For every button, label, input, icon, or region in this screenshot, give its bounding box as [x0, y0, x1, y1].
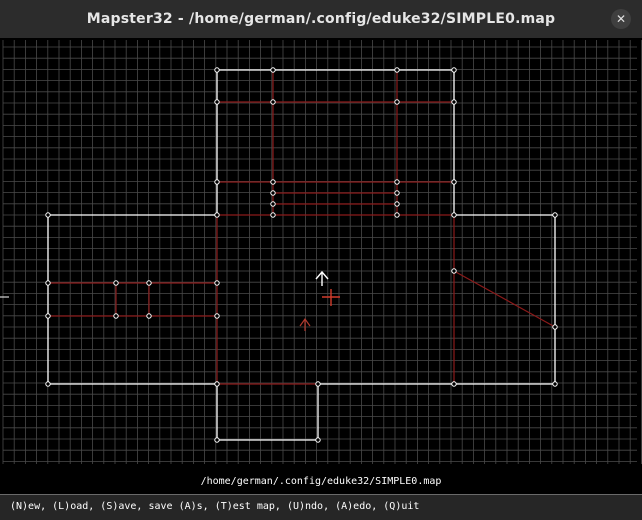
vertex[interactable] — [214, 67, 220, 73]
arrow-up-icon[interactable] — [315, 270, 329, 286]
command-bar: (N)ew, (L)oad, (S)ave, save (A)s, (T)est… — [0, 494, 642, 520]
vertex[interactable] — [394, 99, 400, 105]
vertex[interactable] — [270, 99, 276, 105]
close-icon: ✕ — [615, 12, 627, 26]
vertex[interactable] — [552, 324, 558, 330]
vertex[interactable] — [394, 201, 400, 207]
vertex[interactable] — [394, 179, 400, 185]
vertex[interactable] — [552, 381, 558, 387]
command-menu-line: (N)ew, (L)oad, (S)ave, save (A)s, (T)est… — [10, 501, 420, 512]
map-editor-canvas[interactable] — [0, 38, 642, 493]
vertex[interactable] — [451, 67, 457, 73]
vertex[interactable] — [214, 437, 220, 443]
wall[interactable] — [453, 270, 556, 328]
map-2d-view[interactable] — [0, 38, 642, 493]
vertex[interactable] — [451, 268, 457, 274]
vertex[interactable] — [451, 179, 457, 185]
vertex[interactable] — [146, 280, 152, 286]
vertex[interactable] — [315, 381, 321, 387]
vertex[interactable] — [270, 190, 276, 196]
vertex[interactable] — [394, 212, 400, 218]
vertices — [45, 67, 558, 443]
vertex[interactable] — [451, 99, 457, 105]
vertex[interactable] — [45, 313, 51, 319]
window-title: Mapster32 - /home/german/.config/eduke32… — [86, 11, 556, 27]
title-bar: Mapster32 - /home/german/.config/eduke32… — [0, 0, 642, 38]
vertex[interactable] — [214, 280, 220, 286]
vertex[interactable] — [315, 437, 321, 443]
map-path-status: /home/german/.config/eduke32/SIMPLE0.map — [200, 476, 442, 487]
vertex[interactable] — [270, 212, 276, 218]
vertex[interactable] — [214, 99, 220, 105]
vertex[interactable] — [214, 313, 220, 319]
close-button[interactable]: ✕ — [611, 9, 631, 29]
vertex[interactable] — [45, 280, 51, 286]
vertex[interactable] — [45, 212, 51, 218]
vertex[interactable] — [113, 313, 119, 319]
vertex[interactable] — [451, 212, 457, 218]
vertex[interactable] — [214, 179, 220, 185]
vertex[interactable] — [394, 67, 400, 73]
vertex[interactable] — [270, 179, 276, 185]
vertex[interactable] — [270, 201, 276, 207]
vertex[interactable] — [214, 212, 220, 218]
arrow-up-icon[interactable] — [299, 317, 311, 331]
vertex[interactable] — [394, 190, 400, 196]
crosshair-icon — [322, 289, 340, 306]
vertex[interactable] — [113, 280, 119, 286]
grid — [2, 40, 642, 464]
vertex[interactable] — [270, 67, 276, 73]
red-walls — [48, 70, 556, 385]
vertex[interactable] — [552, 212, 558, 218]
vertex[interactable] — [451, 381, 457, 387]
vertex[interactable] — [146, 313, 152, 319]
vertex[interactable] — [214, 381, 220, 387]
vertex[interactable] — [45, 381, 51, 387]
